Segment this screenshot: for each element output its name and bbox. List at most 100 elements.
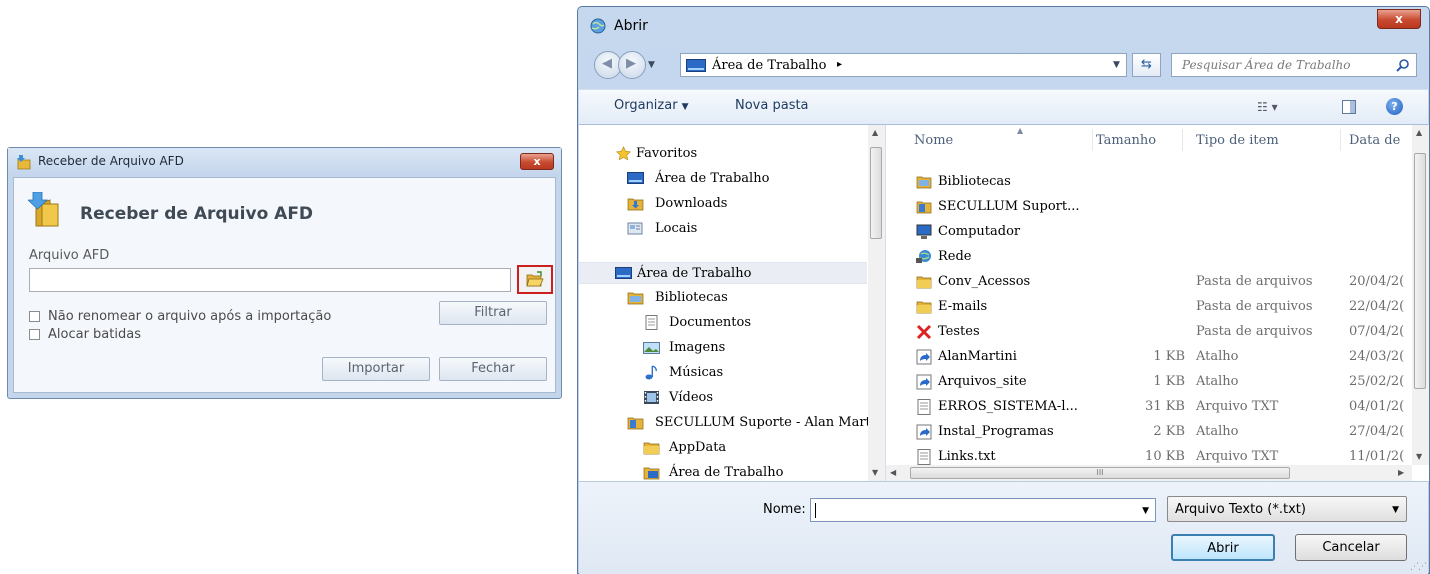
file-size: 2 KB <box>1153 424 1185 439</box>
forward-button[interactable]: ▶ <box>618 51 646 79</box>
file-row[interactable]: AlanMartini 1 KB Atalho 24/03/2( <box>886 345 1406 370</box>
file-type: Pasta de arquivos <box>1196 299 1313 314</box>
file-list-horizontal-scrollbar[interactable]: ◀ III ▶ <box>886 465 1412 481</box>
open-close-button[interactable]: x <box>1377 9 1421 29</box>
search-box[interactable]: Pesquisar Área de Trabalho <box>1171 53 1417 77</box>
afd-title-bar[interactable]: Receber de Arquivo AFD x <box>8 148 561 176</box>
scroll-down-icon[interactable]: ▼ <box>1416 452 1422 461</box>
nav-item-appdata[interactable]: AppData <box>579 437 867 459</box>
file-date: 04/01/2( <box>1349 399 1405 414</box>
checkbox-no-rename[interactable] <box>29 310 40 322</box>
scroll-left-icon[interactable]: ◀ <box>890 468 896 477</box>
file-row[interactable]: ERROS_SISTEMA-l... 31 KB Arquivo TXT 04/… <box>886 395 1406 420</box>
view-options-icon[interactable]: ☷ ▾ <box>1257 100 1278 114</box>
organize-menu[interactable]: Organizar ▼ <box>614 98 688 113</box>
file-row[interactable]: Computador <box>886 220 1406 245</box>
afd-close-button[interactable]: x <box>520 153 554 170</box>
pictures-icon <box>643 342 660 354</box>
file-row[interactable]: SECULLUM Suport... <box>886 195 1406 220</box>
nav-item-libraries[interactable]: Bibliotecas <box>579 287 867 309</box>
afd-file-path-input[interactable] <box>29 268 511 292</box>
new-folder-button[interactable]: Nova pasta <box>735 98 809 113</box>
column-header-type[interactable]: Tipo de item <box>1196 133 1279 148</box>
help-icon[interactable]: ? <box>1386 98 1403 115</box>
afd-browse-button[interactable] <box>517 265 553 294</box>
nav-item-desktop-folder[interactable]: Área de Trabalho <box>579 462 867 481</box>
file-name-dropdown-icon[interactable]: ▼ <box>1142 506 1149 516</box>
file-row[interactable]: Rede <box>886 245 1406 270</box>
address-bar[interactable]: Área de Trabalho ▸ <box>680 53 1127 77</box>
desktop-icon <box>615 267 632 279</box>
checkbox-allocate-label: Alocar batidas <box>48 326 141 342</box>
nav-item-music[interactable]: Músicas <box>579 362 867 384</box>
import-button[interactable]: Importar <box>322 357 430 381</box>
nav-item-desktop[interactable]: Área de Trabalho <box>579 168 867 190</box>
address-separator-chevron-icon[interactable]: ▸ <box>837 59 842 70</box>
file-name-input[interactable]: ▼ <box>810 498 1156 522</box>
recent-locations-dropdown-icon[interactable]: ▼ <box>648 60 655 70</box>
checkbox-allocate[interactable] <box>29 328 40 340</box>
column-header-name[interactable]: Nome <box>914 133 953 148</box>
address-dropdown-icon[interactable]: ▼ <box>1113 60 1120 70</box>
file-name: Conv_Acessos <box>938 274 1031 289</box>
refresh-button[interactable]: ⇆ <box>1132 53 1161 77</box>
checkbox-allocate-row[interactable]: Alocar batidas <box>29 326 141 342</box>
file-name: Testes <box>938 324 980 339</box>
scroll-up-icon[interactable]: ▲ <box>872 128 878 137</box>
file-row[interactable]: Instal_Programas 2 KB Atalho 27/04/2( <box>886 420 1406 445</box>
nav-pane-scroll-thumb[interactable] <box>870 147 882 239</box>
desktop-icon <box>627 172 644 184</box>
command-bar: Organizar ▼ Nova pasta ☷ ▾ ? <box>579 89 1428 125</box>
scroll-down-icon[interactable]: ▼ <box>872 468 878 477</box>
column-divider[interactable] <box>1340 129 1341 151</box>
red-x-icon <box>916 324 932 340</box>
file-name: E-mails <box>938 299 988 314</box>
column-divider[interactable] <box>1092 129 1093 151</box>
close-button[interactable]: Fechar <box>439 357 547 381</box>
search-input[interactable]: Pesquisar Área de Trabalho <box>1182 58 1351 72</box>
nav-item-label: Área de Trabalho <box>669 465 784 480</box>
file-type: Arquivo TXT <box>1196 449 1279 464</box>
nav-item-videos[interactable]: Vídeos <box>579 387 867 409</box>
folder-icon <box>643 442 660 455</box>
checkbox-no-rename-row[interactable]: Não renomear o arquivo após a importação <box>29 308 331 324</box>
column-divider[interactable] <box>1182 129 1183 151</box>
file-row[interactable]: Bibliotecas <box>886 170 1406 195</box>
nav-item-label: Locais <box>655 221 698 236</box>
search-icon[interactable] <box>1396 58 1410 72</box>
nav-item-recent-places[interactable]: Locais <box>579 218 867 240</box>
nav-pane-scrollbar[interactable]: ▲ ▼ <box>868 125 885 481</box>
file-type-select[interactable]: Arquivo Texto (*.txt) ▼ <box>1167 496 1407 522</box>
resize-grip-icon[interactable]: ⋰⋰ <box>1410 562 1427 572</box>
scroll-up-icon[interactable]: ▲ <box>1416 128 1422 137</box>
arrow-right-icon: ▶ <box>626 56 636 71</box>
star-icon <box>616 146 631 161</box>
preview-pane-icon[interactable] <box>1342 100 1356 114</box>
file-row[interactable]: Testes Pasta de arquivos 07/04/2( <box>886 320 1406 345</box>
file-list-scroll-thumb[interactable] <box>1414 153 1426 389</box>
cancel-button[interactable]: Cancelar <box>1295 534 1407 561</box>
checkbox-no-rename-label: Não renomear o arquivo após a importação <box>48 308 332 324</box>
text-file-icon <box>917 399 931 415</box>
column-header-size[interactable]: Tamanho <box>1096 133 1156 148</box>
nav-item-downloads[interactable]: Downloads <box>579 193 867 215</box>
caret-down-icon: ▼ <box>681 102 689 112</box>
file-row[interactable]: Conv_Acessos Pasta de arquivos 20/04/2( <box>886 270 1406 295</box>
horizontal-scroll-thumb[interactable]: III <box>910 467 1290 479</box>
column-header-date[interactable]: Data de <box>1349 133 1400 148</box>
file-row[interactable]: E-mails Pasta de arquivos 22/04/2( <box>886 295 1406 320</box>
scroll-right-icon[interactable]: ▶ <box>1398 468 1404 477</box>
file-list-vertical-scrollbar[interactable]: ▲ ▼ <box>1412 125 1429 465</box>
open-window-title: Abrir <box>614 18 648 34</box>
nav-item-user-folder[interactable]: SECULLUM Suporte - Alan Mart <box>579 412 871 434</box>
nav-item-label: AppData <box>669 440 727 455</box>
nav-item-pictures[interactable]: Imagens <box>579 337 867 359</box>
nav-item-favorites[interactable]: Favoritos <box>579 143 867 165</box>
file-name: Rede <box>938 249 972 264</box>
file-row[interactable]: Arquivos_site 1 KB Atalho 25/02/2( <box>886 370 1406 395</box>
address-location[interactable]: Área de Trabalho <box>712 58 826 73</box>
nav-item-documents[interactable]: Documentos <box>579 312 867 334</box>
nav-item-desktop-root[interactable]: Área de Trabalho <box>579 262 867 284</box>
open-button[interactable]: Abrir <box>1171 534 1275 561</box>
filter-button[interactable]: Filtrar <box>439 301 547 325</box>
